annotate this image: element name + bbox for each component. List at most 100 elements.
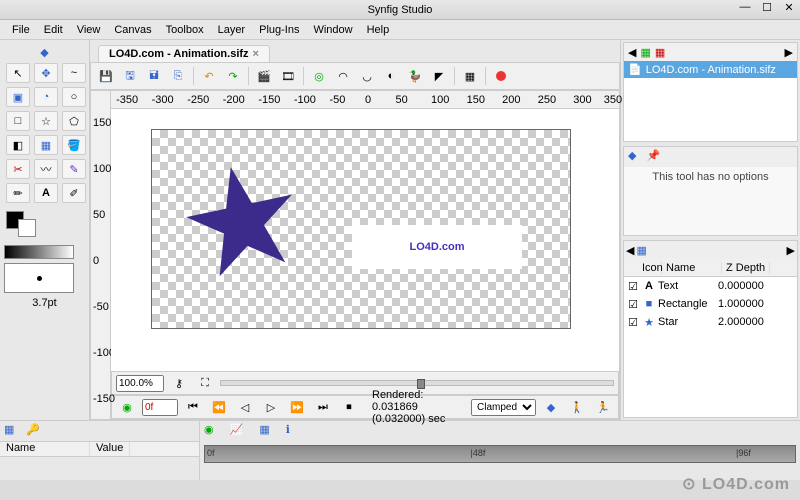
canvas-list-item[interactable]: 📄 LO4D.com - Animation.sifz	[624, 61, 797, 78]
window-close-button[interactable]: ✕	[784, 2, 794, 12]
preview-button[interactable]: 🎞	[277, 65, 299, 87]
window-minimize-button[interactable]: —	[740, 2, 750, 12]
layers-tab-icon[interactable]: ▦	[636, 244, 646, 257]
tool-bucket[interactable]: 🪣	[62, 135, 86, 155]
export-button[interactable]: ⎘	[167, 65, 189, 87]
timeline-track[interactable]: 0f |48f |96f	[204, 445, 796, 463]
tool-rotate[interactable]: ◔	[34, 87, 58, 107]
tl-meta-icon[interactable]: ▦	[259, 423, 269, 439]
interpolation-select[interactable]: Clamped	[471, 399, 536, 416]
tool-bline[interactable]: 〰	[34, 159, 58, 179]
zoom-lock-icon[interactable]: ⚷	[168, 372, 190, 394]
first-frame-button[interactable]: ⏮	[182, 396, 204, 418]
render-button[interactable]: 🎬	[253, 65, 275, 87]
next-frame-button[interactable]: ⏩	[286, 396, 308, 418]
redo-button[interactable]: ↷	[222, 65, 244, 87]
layer-row-rectangle[interactable]: ☑ ■ Rectangle 1.000000	[624, 295, 797, 313]
tab-close-icon[interactable]: ×	[253, 48, 259, 60]
duck-button[interactable]: 🦆	[404, 65, 426, 87]
tl-info-icon[interactable]: ℹ	[286, 423, 290, 439]
onion-button[interactable]: ◎	[308, 65, 330, 87]
params-tab-icon[interactable]: ▦	[4, 423, 14, 439]
frame-field[interactable]	[142, 399, 178, 416]
layer-row-text[interactable]: ☑ A Text 0.000000	[624, 277, 797, 295]
last-frame-button[interactable]: ⏹	[338, 396, 360, 418]
menu-window[interactable]: Window	[307, 22, 358, 38]
tool-gradient[interactable]: ◧	[6, 135, 30, 155]
saveall-button[interactable]: 🖬	[143, 65, 165, 87]
tool-fill[interactable]: ▦	[34, 135, 58, 155]
tool-pointer[interactable]: ↖	[6, 63, 30, 83]
browser-nav-next-icon[interactable]: ▶	[785, 46, 793, 59]
layer-nav-next-icon[interactable]: ▶	[787, 244, 795, 257]
tool-polygon[interactable]: ⬠	[62, 111, 86, 131]
menu-edit[interactable]: Edit	[38, 22, 69, 38]
layer-row-star[interactable]: ☑ ★ Star 2.000000	[624, 313, 797, 331]
tool-star[interactable]: ☆	[34, 111, 58, 131]
window-maximize-button[interactable]: ☐	[762, 2, 772, 12]
tool-move[interactable]: ✥	[34, 63, 58, 83]
tool-eyedrop[interactable]: ✐	[62, 183, 86, 203]
tool-rectangle[interactable]: □	[6, 111, 30, 131]
menu-canvas[interactable]: Canvas	[108, 22, 157, 38]
mask-button[interactable]: ◤	[428, 65, 450, 87]
options-pin-icon[interactable]: 📌	[646, 149, 660, 165]
menu-toolbox[interactable]: Toolbox	[160, 22, 210, 38]
saveas-button[interactable]: 🖫	[119, 65, 141, 87]
tool-cut[interactable]: ✂	[6, 159, 30, 179]
prev-frame-button[interactable]: ◁	[234, 396, 256, 418]
layer-visible-checkbox[interactable]: ☑	[626, 280, 640, 293]
next-key-button[interactable]: ⏭	[312, 396, 334, 418]
tool-draw[interactable]: ✎	[62, 159, 86, 179]
menu-view[interactable]: View	[71, 22, 107, 38]
brush-preview[interactable]	[4, 263, 74, 293]
prev-key-button[interactable]: ⏪	[208, 396, 230, 418]
grid-button[interactable]: ▦	[459, 65, 481, 87]
vertical-ruler: 150 100 50 0 -50 -100 -150	[91, 91, 111, 419]
app-title: Synfig Studio	[368, 4, 433, 16]
tool-scale[interactable]: ▣	[6, 87, 30, 107]
zoom-fit-icon[interactable]: ⛶	[194, 372, 216, 394]
color-swatches[interactable]	[4, 211, 85, 241]
skin-next-button[interactable]: ◡	[356, 65, 378, 87]
browser-nav-prev-icon[interactable]: ◀	[628, 46, 636, 59]
layer-nav-prev-icon[interactable]: ◀	[626, 244, 634, 257]
browser-remove-icon[interactable]: ▦	[655, 46, 665, 59]
browser-add-icon[interactable]: ▦	[640, 46, 650, 59]
watermark: ⊙ LO4D.com	[682, 474, 790, 494]
skin-prev-button[interactable]: ◠	[332, 65, 354, 87]
tool-pencil[interactable]: ✏	[6, 183, 30, 203]
layer-visible-checkbox[interactable]: ☑	[626, 316, 640, 329]
tl-key-icon[interactable]: ◉	[204, 423, 214, 439]
canvas-viewport[interactable]: LO4D.com	[111, 109, 619, 371]
zoom-field[interactable]	[116, 375, 164, 392]
scrub-handle[interactable]	[417, 379, 425, 389]
canvas-frame: LO4D.com	[151, 129, 571, 329]
keyframe-icon[interactable]: ◉	[116, 396, 138, 418]
anim-mode-icon[interactable]: 🏃	[592, 396, 614, 418]
menu-plugins[interactable]: Plug-Ins	[253, 22, 305, 38]
tool-smooth[interactable]: ~	[62, 63, 86, 83]
menu-layer[interactable]: Layer	[212, 22, 252, 38]
tool-text[interactable]: A	[34, 183, 58, 203]
horizontal-ruler: -350 -300 -250 -200 -150 -100 -50 0 50 1…	[111, 91, 619, 109]
gradient-swatch[interactable]	[4, 245, 74, 259]
bg-color-swatch[interactable]	[18, 219, 36, 237]
document-tab[interactable]: LO4D.com - Animation.sifz ×	[98, 45, 270, 62]
play-button[interactable]: ▷	[260, 396, 282, 418]
undo-button[interactable]: ↶	[198, 65, 220, 87]
params-key-icon[interactable]: 🔑	[26, 423, 40, 439]
layer-name: Rectangle	[658, 298, 718, 310]
record-button[interactable]	[490, 65, 512, 87]
canvas-item-icon: 📄	[628, 63, 642, 76]
kf-mode-icon[interactable]: ◆	[540, 396, 562, 418]
layer-zdepth: 0.000000	[718, 280, 764, 292]
menu-help[interactable]: Help	[361, 22, 396, 38]
tl-curves-icon[interactable]: 📈	[230, 423, 244, 439]
save-button[interactable]: 💾	[95, 65, 117, 87]
skin-toggle-button[interactable]: ◐	[380, 65, 402, 87]
jump-icon[interactable]: 🚶	[566, 396, 588, 418]
menu-file[interactable]: File	[6, 22, 36, 38]
layer-visible-checkbox[interactable]: ☑	[626, 298, 640, 311]
tool-circle[interactable]: ○	[62, 87, 86, 107]
